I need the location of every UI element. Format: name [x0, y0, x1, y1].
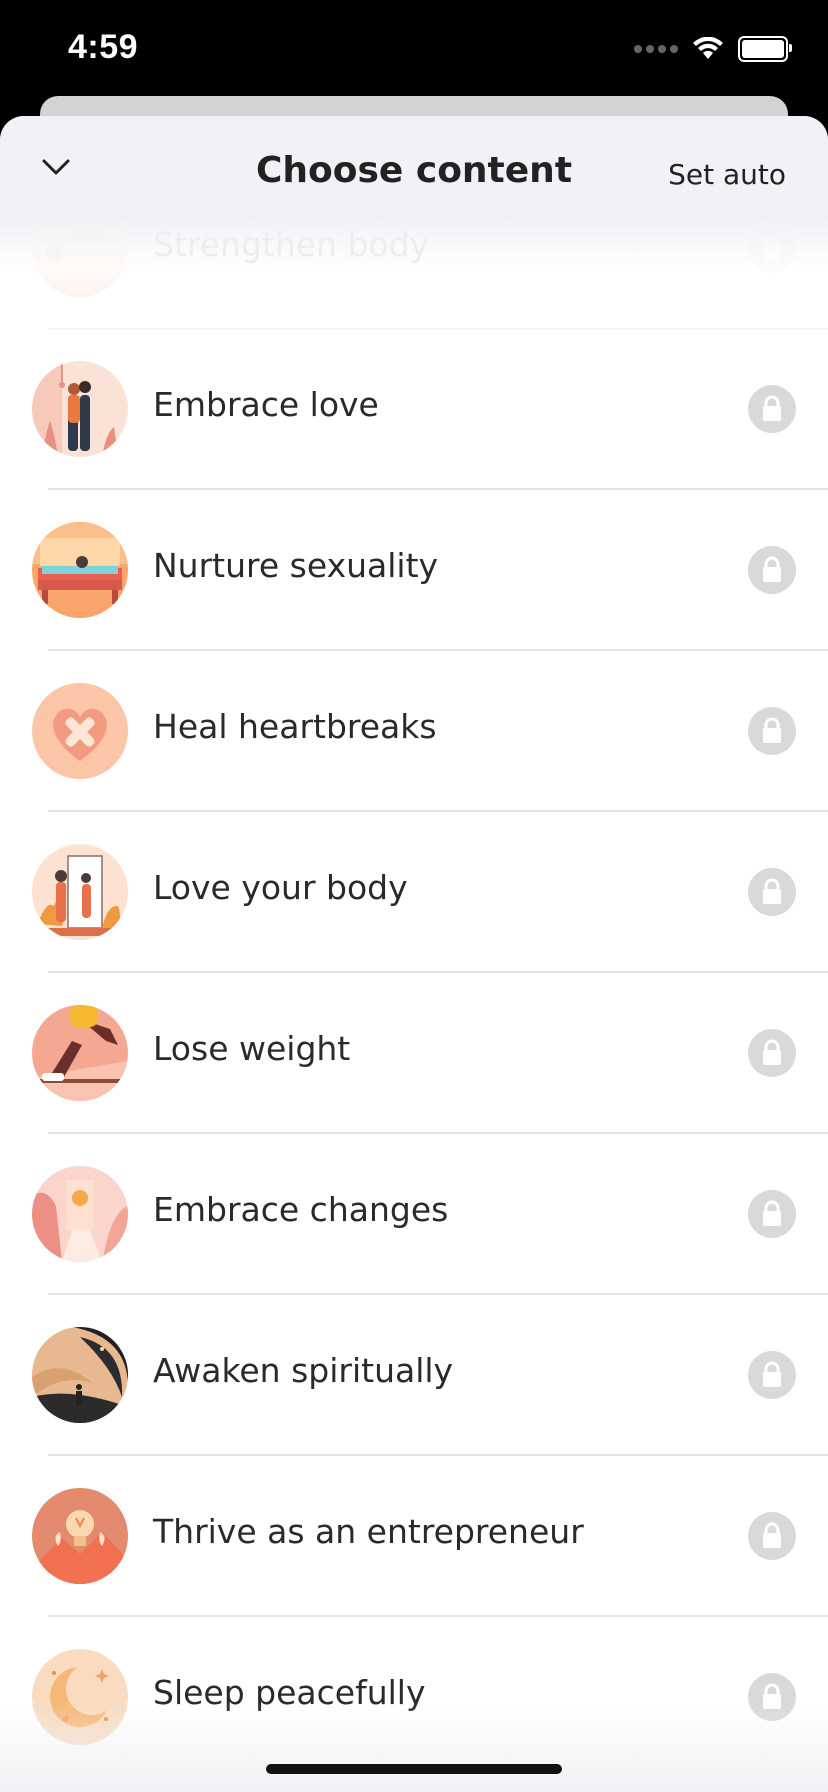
status-icons — [634, 36, 792, 62]
set-auto-button[interactable]: Set auto — [668, 158, 786, 191]
list-item[interactable]: Thrive as an entrepreneur — [0, 1456, 828, 1617]
wifi-icon — [693, 37, 723, 59]
list-item-label: Embrace love — [153, 385, 379, 424]
embrace-love-thumbnail — [32, 361, 128, 457]
list-item[interactable]: Embrace changes — [0, 1134, 828, 1295]
signal-icon — [634, 45, 678, 53]
list-item-label: Embrace changes — [153, 1190, 449, 1229]
status-bar: 4:59 — [0, 0, 828, 100]
nurture-sexuality-thumbnail — [32, 522, 128, 618]
lock-icon[interactable] — [748, 546, 796, 594]
lock-icon[interactable] — [748, 385, 796, 433]
lock-icon[interactable] — [748, 1351, 796, 1399]
content-sheet: Choose content Set auto Strengthen body … — [0, 116, 828, 1792]
list-item[interactable]: Sleep peacefully — [0, 1617, 828, 1778]
awaken-spiritually-thumbnail — [32, 1327, 128, 1423]
heal-heartbreaks-thumbnail — [32, 683, 128, 779]
list-item[interactable]: Love your body — [0, 812, 828, 973]
list-item-label: Awaken spiritually — [153, 1351, 454, 1390]
status-time: 4:59 — [68, 28, 139, 66]
list-item-label: Nurture sexuality — [153, 546, 439, 585]
lock-icon[interactable] — [748, 1029, 796, 1077]
list-item[interactable]: Heal heartbreaks — [0, 651, 828, 812]
love-your-body-thumbnail — [32, 844, 128, 940]
list-item[interactable]: Nurture sexuality — [0, 490, 828, 651]
sheet-header: Choose content Set auto — [0, 116, 828, 220]
list-item[interactable]: Lose weight — [0, 973, 828, 1134]
lock-icon[interactable] — [748, 1673, 796, 1721]
lock-icon[interactable] — [748, 707, 796, 755]
lock-icon[interactable] — [748, 868, 796, 916]
lock-icon[interactable] — [748, 225, 796, 273]
lock-icon[interactable] — [748, 1512, 796, 1560]
list-item[interactable]: Embrace love — [0, 329, 828, 490]
list-item-label: Strengthen body — [153, 225, 430, 264]
lock-icon[interactable] — [748, 1190, 796, 1238]
lose-weight-thumbnail — [32, 1005, 128, 1101]
list-item-label: Love your body — [153, 868, 408, 907]
list-item-label: Thrive as an entrepreneur — [153, 1512, 584, 1551]
sleep-peacefully-thumbnail — [32, 1649, 128, 1745]
home-indicator[interactable] — [266, 1764, 562, 1774]
thrive-entrepreneur-thumbnail — [32, 1488, 128, 1584]
battery-icon — [738, 36, 792, 62]
list-item-label: Sleep peacefully — [153, 1673, 426, 1712]
list-item[interactable]: Awaken spiritually — [0, 1295, 828, 1456]
list-item-label: Heal heartbreaks — [153, 707, 437, 746]
embrace-changes-thumbnail — [32, 1166, 128, 1262]
list-item-label: Lose weight — [153, 1029, 351, 1068]
